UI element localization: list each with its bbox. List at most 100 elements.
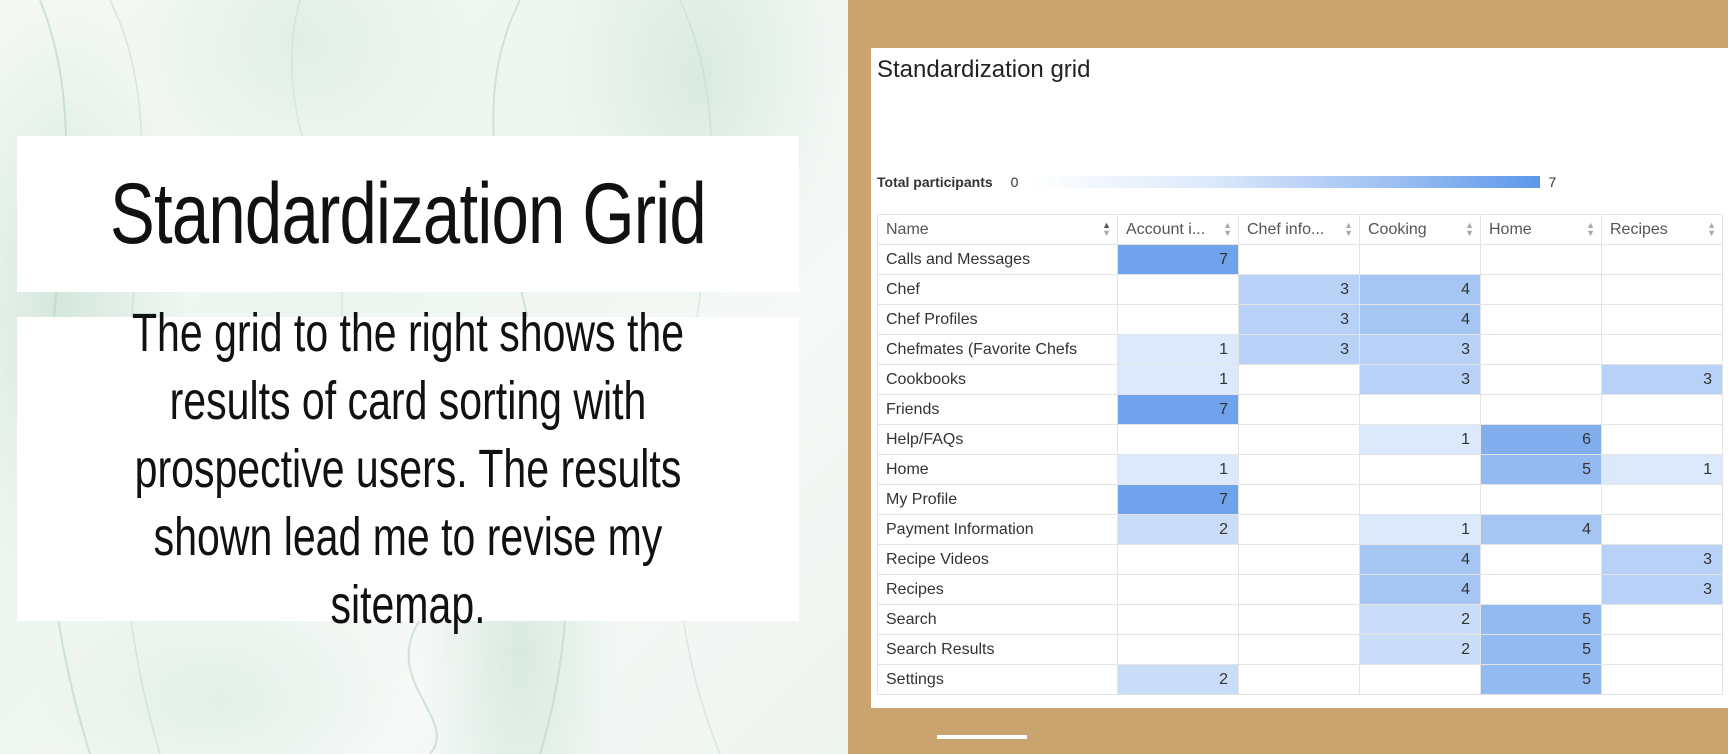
column-header-label: Home <box>1489 220 1532 238</box>
count-cell <box>1601 424 1723 455</box>
participants-legend: Total participants 0 7 <box>877 171 1556 193</box>
table-row: Search Results 2 5 <box>877 634 1723 665</box>
column-header-account[interactable]: Account i... ▲ ▼ <box>1117 214 1239 245</box>
count-cell: 4 <box>1480 514 1602 545</box>
count-cell: 3 <box>1238 274 1360 305</box>
count-cell: 1 <box>1117 454 1239 485</box>
sort-icon[interactable]: ▲ ▼ <box>1223 221 1232 238</box>
count-cell <box>1117 574 1239 605</box>
count-cell <box>1359 394 1481 425</box>
count-cell <box>1238 664 1360 695</box>
row-name-cell: Search Results <box>877 634 1118 665</box>
count-cell <box>1117 604 1239 635</box>
row-name-cell: Calls and Messages <box>877 244 1118 275</box>
count-cell: 1 <box>1117 334 1239 365</box>
table-row: Settings 2 5 <box>877 664 1723 695</box>
sort-icon[interactable]: ▲ ▼ <box>1344 221 1353 238</box>
table-row: Friends 7 <box>877 394 1723 425</box>
count-cell <box>1601 394 1723 425</box>
count-cell: 3 <box>1601 574 1723 605</box>
count-cell <box>1117 304 1239 335</box>
count-cell <box>1238 454 1360 485</box>
count-cell: 3 <box>1238 304 1360 335</box>
count-cell: 3 <box>1601 544 1723 575</box>
row-name-cell: Chef Profiles <box>877 304 1118 335</box>
count-cell <box>1238 514 1360 545</box>
column-header-name[interactable]: Name ▲ ▼ <box>877 214 1118 245</box>
count-cell <box>1238 244 1360 275</box>
count-cell <box>1480 244 1602 275</box>
count-cell: 4 <box>1359 274 1481 305</box>
row-name-cell: Settings <box>877 664 1118 695</box>
count-cell <box>1601 304 1723 335</box>
count-cell <box>1601 664 1723 695</box>
count-cell: 5 <box>1480 604 1602 635</box>
count-cell <box>1480 574 1602 605</box>
sort-icon[interactable]: ▲ ▼ <box>1465 221 1474 238</box>
count-cell: 1 <box>1359 424 1481 455</box>
count-cell <box>1480 274 1602 305</box>
row-name-cell: Home <box>877 454 1118 485</box>
sort-icon[interactable]: ▲ ▼ <box>1707 221 1716 238</box>
count-cell: 2 <box>1117 514 1239 545</box>
count-cell: 3 <box>1359 364 1481 395</box>
column-header-label: Chef info... <box>1247 220 1325 238</box>
participants-min: 0 <box>1010 174 1019 190</box>
row-name-cell: Help/FAQs <box>877 424 1118 455</box>
count-cell: 3 <box>1359 334 1481 365</box>
count-cell <box>1238 394 1360 425</box>
count-cell: 5 <box>1480 664 1602 695</box>
row-name-cell: Payment Information <box>877 514 1118 545</box>
count-cell <box>1359 244 1481 275</box>
column-header-label: Name <box>886 220 929 238</box>
table-row: Search 2 5 <box>877 604 1723 635</box>
table-header-row: Name ▲ ▼ Account i... ▲ ▼ Chef info... ▲ ▼ Coo… <box>877 214 1723 245</box>
row-name-cell: Chefmates (Favorite Chefs <box>877 334 1118 365</box>
count-cell <box>1480 544 1602 575</box>
column-header-label: Account i... <box>1126 220 1206 238</box>
row-name-cell: Recipe Videos <box>877 544 1118 575</box>
sort-icon[interactable]: ▲ ▼ <box>1102 221 1111 238</box>
count-cell: 4 <box>1359 574 1481 605</box>
count-cell <box>1601 634 1723 665</box>
count-cell: 7 <box>1117 484 1239 515</box>
count-cell <box>1238 424 1360 455</box>
count-cell <box>1238 364 1360 395</box>
table-row: Calls and Messages 7 <box>877 244 1723 275</box>
count-cell <box>1238 604 1360 635</box>
count-cell: 5 <box>1480 634 1602 665</box>
table-row: Chef Profiles 3 4 <box>877 304 1723 335</box>
scroll-indicator <box>937 735 1027 739</box>
sort-icon[interactable]: ▲ ▼ <box>1586 221 1595 238</box>
count-cell: 2 <box>1359 604 1481 635</box>
count-cell <box>1117 424 1239 455</box>
count-cell <box>1238 484 1360 515</box>
count-cell <box>1480 364 1602 395</box>
count-cell <box>1238 574 1360 605</box>
standardization-grid-card: Standardization grid Total participants … <box>871 48 1728 708</box>
grid-title: Standardization grid <box>877 56 1091 83</box>
table-body: Calls and Messages 7 Chef 3 4 Chef Profiles 3 4… <box>877 244 1723 695</box>
count-cell <box>1238 634 1360 665</box>
count-cell: 5 <box>1480 454 1602 485</box>
count-cell: 2 <box>1117 664 1239 695</box>
slide-title-box: Standardization Grid <box>17 136 799 292</box>
column-header-home[interactable]: Home ▲ ▼ <box>1480 214 1602 245</box>
table-row: Home 1 5 1 <box>877 454 1723 485</box>
column-header-recipes[interactable]: Recipes ▲ ▼ <box>1601 214 1723 245</box>
column-header-label: Cooking <box>1368 220 1427 238</box>
count-cell: 1 <box>1601 454 1723 485</box>
column-header-cooking[interactable]: Cooking ▲ ▼ <box>1359 214 1481 245</box>
count-cell <box>1480 334 1602 365</box>
participants-max: 7 <box>1548 174 1557 190</box>
table-row: Help/FAQs 1 6 <box>877 424 1723 455</box>
table-row: Chef 3 4 <box>877 274 1723 305</box>
slide-title: Standardization Grid <box>110 165 707 262</box>
count-cell <box>1601 484 1723 515</box>
column-header-chef-info[interactable]: Chef info... ▲ ▼ <box>1238 214 1360 245</box>
count-cell <box>1601 274 1723 305</box>
count-cell: 2 <box>1359 634 1481 665</box>
count-cell: 3 <box>1238 334 1360 365</box>
count-cell: 7 <box>1117 394 1239 425</box>
count-cell: 4 <box>1359 304 1481 335</box>
